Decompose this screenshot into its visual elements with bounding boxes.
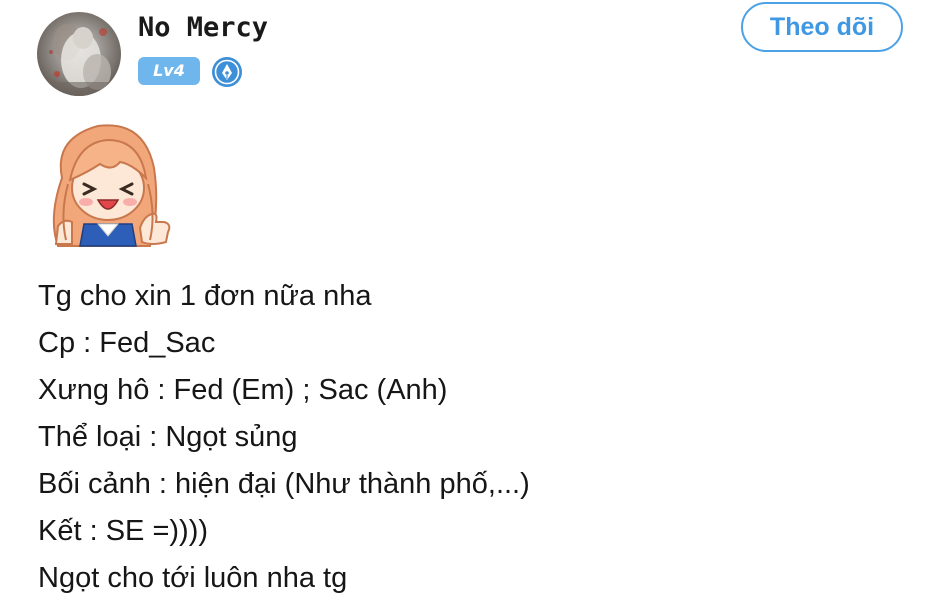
post-line: Cp : Fed_Sac xyxy=(38,327,216,359)
post-body: Tg cho xin 1 đơn nữa nha Cp : Fed_Sac Xư… xyxy=(38,273,918,600)
pen-nib-badge-icon xyxy=(211,56,243,88)
post-line: Bối cảnh : hiện đại (Như thành phố,...) xyxy=(38,468,530,500)
avatar[interactable] xyxy=(37,12,121,96)
post-line: Xưng hô : Fed (Em) ; Sac (Anh) xyxy=(38,374,448,406)
post-line: Kết : SE =)))) xyxy=(38,515,209,547)
level-badge: Lv4 xyxy=(138,57,200,85)
thumbs-up-sticker xyxy=(40,118,180,248)
post-line: Tg cho xin 1 đơn nữa nha xyxy=(38,280,372,312)
follow-button[interactable]: Theo dõi xyxy=(741,2,903,52)
avatar-image xyxy=(37,12,121,96)
post-line: Ngọt cho tới luôn nha tg xyxy=(38,562,348,594)
author-name[interactable]: No Mercy xyxy=(138,12,268,43)
post-line: Thể loại : Ngọt sủng xyxy=(38,421,298,453)
